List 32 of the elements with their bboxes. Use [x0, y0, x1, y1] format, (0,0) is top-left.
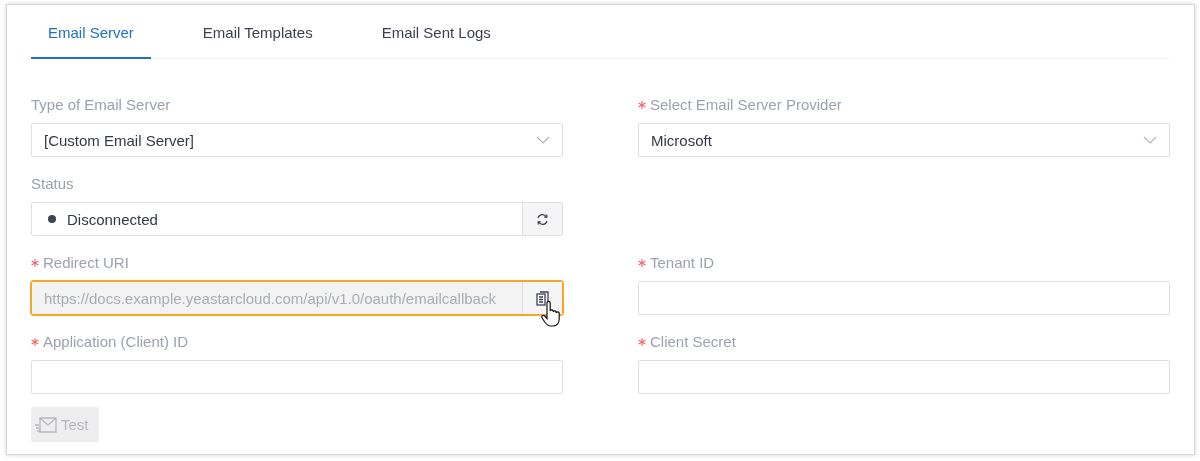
required-asterisk-icon — [638, 258, 646, 267]
field-value: https://docs.example.yeastarcloud.com/api/v1.0/oauth/emailcallback — [43, 289, 497, 307]
select-field[interactable]: [Custom Email Server] — [31, 123, 563, 157]
field-label: Type of Email Server — [31, 96, 171, 113]
field-label: Status — [31, 175, 74, 192]
chevron-down-icon — [1143, 136, 1157, 144]
copy-icon — [536, 290, 549, 306]
tab[interactable]: Email Sent Logs — [364, 5, 508, 59]
refresh-button[interactable] — [522, 203, 562, 235]
field-label: Client Secret — [650, 333, 736, 350]
select-field[interactable]: Microsoft — [638, 123, 1170, 157]
select-value: Microsoft — [650, 131, 713, 149]
field-label: Redirect URI — [43, 254, 129, 271]
tab[interactable]: Email Templates — [185, 5, 330, 59]
input-field[interactable] — [638, 360, 1170, 394]
status-text: Disconnected — [67, 210, 159, 228]
envelope-icon — [35, 416, 57, 433]
hand-cursor-icon — [541, 301, 561, 327]
field-label: Application (Client) ID — [43, 333, 189, 350]
field-label: Tenant ID — [650, 254, 715, 271]
field-label: Select Email Server Provider — [650, 96, 842, 113]
input-field[interactable] — [638, 281, 1170, 315]
required-asterisk-icon — [31, 258, 39, 267]
refresh-icon — [536, 212, 549, 226]
required-asterisk-icon — [638, 337, 646, 346]
required-asterisk-icon — [638, 100, 646, 109]
required-asterisk-icon — [31, 337, 39, 346]
copy-button[interactable] — [522, 282, 562, 314]
chevron-down-icon — [536, 136, 550, 144]
input-field[interactable] — [31, 360, 563, 394]
select-value: [Custom Email Server] — [43, 131, 196, 149]
tab[interactable]: Email Server — [31, 5, 151, 59]
